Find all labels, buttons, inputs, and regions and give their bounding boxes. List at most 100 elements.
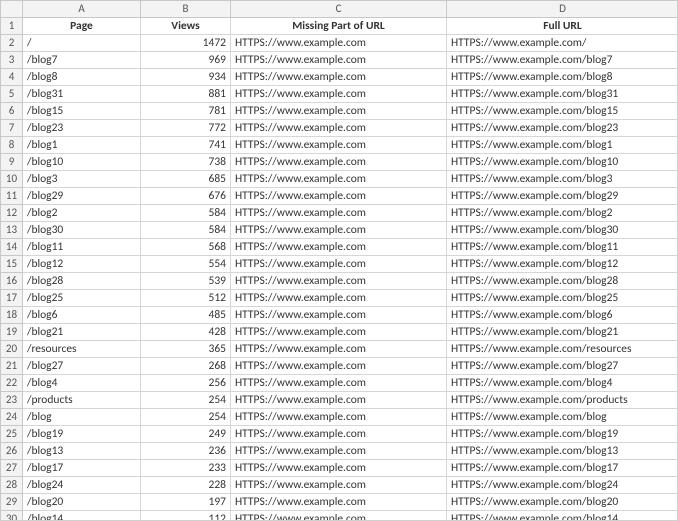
cell-full-url[interactable]: HTTPS://www.example.com/blog11 xyxy=(447,239,678,256)
cell-page[interactable]: /blog19 xyxy=(23,426,141,443)
row-header[interactable]: 8 xyxy=(1,137,23,154)
row-header[interactable]: 23 xyxy=(1,392,23,409)
cell-missing-url[interactable]: HTTPS://www.example.com xyxy=(231,35,447,52)
cell-page[interactable]: /blog14 xyxy=(23,511,141,521)
row-header[interactable]: 24 xyxy=(1,409,23,426)
row-header[interactable]: 14 xyxy=(1,239,23,256)
cell-views[interactable]: 254 xyxy=(141,409,231,426)
row-header[interactable]: 21 xyxy=(1,358,23,375)
cell-views[interactable]: 512 xyxy=(141,290,231,307)
cell-missing-url[interactable]: HTTPS://www.example.com xyxy=(231,273,447,290)
cell-missing-url[interactable]: HTTPS://www.example.com xyxy=(231,392,447,409)
row-header[interactable]: 7 xyxy=(1,120,23,137)
cell-full-url[interactable]: HTTPS://www.example.com/blog3 xyxy=(447,171,678,188)
row-header[interactable]: 13 xyxy=(1,222,23,239)
cell-missing-url[interactable]: HTTPS://www.example.com xyxy=(231,69,447,86)
cell-page[interactable]: /products xyxy=(23,392,141,409)
cell-full-url[interactable]: HTTPS://www.example.com/blog30 xyxy=(447,222,678,239)
cell-full-url[interactable]: HTTPS://www.example.com/blog21 xyxy=(447,324,678,341)
row-header[interactable]: 26 xyxy=(1,443,23,460)
cell-views[interactable]: 256 xyxy=(141,375,231,392)
cell-page[interactable]: /blog30 xyxy=(23,222,141,239)
cell-views[interactable]: 236 xyxy=(141,443,231,460)
cell-views[interactable]: 772 xyxy=(141,120,231,137)
cell-missing-url[interactable]: HTTPS://www.example.com xyxy=(231,341,447,358)
cell-page[interactable]: /blog6 xyxy=(23,307,141,324)
cell-page[interactable]: /blog31 xyxy=(23,86,141,103)
cell-page[interactable]: /resources xyxy=(23,341,141,358)
cell-missing-url[interactable]: HTTPS://www.example.com xyxy=(231,256,447,273)
cell-missing-url[interactable]: HTTPS://www.example.com xyxy=(231,494,447,511)
cell-full-url[interactable]: HTTPS://www.example.com/blog4 xyxy=(447,375,678,392)
cell-missing-url[interactable]: HTTPS://www.example.com xyxy=(231,324,447,341)
cell-views[interactable]: 485 xyxy=(141,307,231,324)
cell-full-url[interactable]: HTTPS://www.example.com/blog19 xyxy=(447,426,678,443)
cell-page[interactable]: /blog17 xyxy=(23,460,141,477)
cell-page[interactable]: /blog29 xyxy=(23,188,141,205)
cell-views[interactable]: 233 xyxy=(141,460,231,477)
cell-views[interactable]: 268 xyxy=(141,358,231,375)
cell-page[interactable]: /blog25 xyxy=(23,290,141,307)
cell-full-url[interactable]: HTTPS://www.example.com/ xyxy=(447,35,678,52)
header-cell-page[interactable]: Page xyxy=(23,18,141,35)
cell-page[interactable]: /blog24 xyxy=(23,477,141,494)
cell-missing-url[interactable]: HTTPS://www.example.com xyxy=(231,375,447,392)
cell-page[interactable]: /blog3 xyxy=(23,171,141,188)
cell-views[interactable]: 584 xyxy=(141,205,231,222)
cell-page[interactable]: /blog27 xyxy=(23,358,141,375)
cell-page[interactable]: /blog8 xyxy=(23,69,141,86)
cell-full-url[interactable]: HTTPS://www.example.com/blog29 xyxy=(447,188,678,205)
select-all-corner[interactable] xyxy=(1,1,23,18)
cell-page[interactable]: /blog23 xyxy=(23,120,141,137)
cell-page[interactable]: /blog12 xyxy=(23,256,141,273)
cell-missing-url[interactable]: HTTPS://www.example.com xyxy=(231,477,447,494)
cell-missing-url[interactable]: HTTPS://www.example.com xyxy=(231,222,447,239)
cell-missing-url[interactable]: HTTPS://www.example.com xyxy=(231,137,447,154)
row-header[interactable]: 6 xyxy=(1,103,23,120)
col-header-c[interactable]: C xyxy=(231,1,447,18)
cell-full-url[interactable]: HTTPS://www.example.com/blog23 xyxy=(447,120,678,137)
cell-views[interactable]: 228 xyxy=(141,477,231,494)
cell-page[interactable]: /blog7 xyxy=(23,52,141,69)
col-header-b[interactable]: B xyxy=(141,1,231,18)
cell-full-url[interactable]: HTTPS://www.example.com/resources xyxy=(447,341,678,358)
row-header[interactable]: 2 xyxy=(1,35,23,52)
row-header[interactable]: 12 xyxy=(1,205,23,222)
cell-views[interactable]: 881 xyxy=(141,86,231,103)
cell-missing-url[interactable]: HTTPS://www.example.com xyxy=(231,120,447,137)
row-header[interactable]: 1 xyxy=(1,18,23,35)
row-header[interactable]: 16 xyxy=(1,273,23,290)
cell-views[interactable]: 1472 xyxy=(141,35,231,52)
cell-missing-url[interactable]: HTTPS://www.example.com xyxy=(231,86,447,103)
cell-missing-url[interactable]: HTTPS://www.example.com xyxy=(231,307,447,324)
cell-missing-url[interactable]: HTTPS://www.example.com xyxy=(231,239,447,256)
cell-full-url[interactable]: HTTPS://www.example.com/blog10 xyxy=(447,154,678,171)
cell-views[interactable]: 197 xyxy=(141,494,231,511)
cell-full-url[interactable]: HTTPS://www.example.com/blog8 xyxy=(447,69,678,86)
col-header-d[interactable]: D xyxy=(447,1,678,18)
row-header[interactable]: 29 xyxy=(1,494,23,511)
cell-full-url[interactable]: HTTPS://www.example.com/blog28 xyxy=(447,273,678,290)
cell-views[interactable]: 554 xyxy=(141,256,231,273)
cell-page[interactable]: /blog15 xyxy=(23,103,141,120)
cell-full-url[interactable]: HTTPS://www.example.com/blog2 xyxy=(447,205,678,222)
cell-full-url[interactable]: HTTPS://www.example.com/blog24 xyxy=(447,477,678,494)
cell-views[interactable]: 781 xyxy=(141,103,231,120)
row-header[interactable]: 11 xyxy=(1,188,23,205)
row-header[interactable]: 17 xyxy=(1,290,23,307)
cell-missing-url[interactable]: HTTPS://www.example.com xyxy=(231,205,447,222)
cell-views[interactable]: 112 xyxy=(141,511,231,521)
row-header[interactable]: 18 xyxy=(1,307,23,324)
cell-views[interactable]: 254 xyxy=(141,392,231,409)
row-header[interactable]: 19 xyxy=(1,324,23,341)
cell-views[interactable]: 584 xyxy=(141,222,231,239)
row-header[interactable]: 3 xyxy=(1,52,23,69)
cell-page[interactable]: /blog10 xyxy=(23,154,141,171)
header-cell-missing[interactable]: Missing Part of URL xyxy=(231,18,447,35)
cell-views[interactable]: 428 xyxy=(141,324,231,341)
cell-full-url[interactable]: HTTPS://www.example.com/blog27 xyxy=(447,358,678,375)
cell-page[interactable]: / xyxy=(23,35,141,52)
cell-full-url[interactable]: HTTPS://www.example.com/blog17 xyxy=(447,460,678,477)
cell-views[interactable]: 676 xyxy=(141,188,231,205)
cell-page[interactable]: /blog13 xyxy=(23,443,141,460)
